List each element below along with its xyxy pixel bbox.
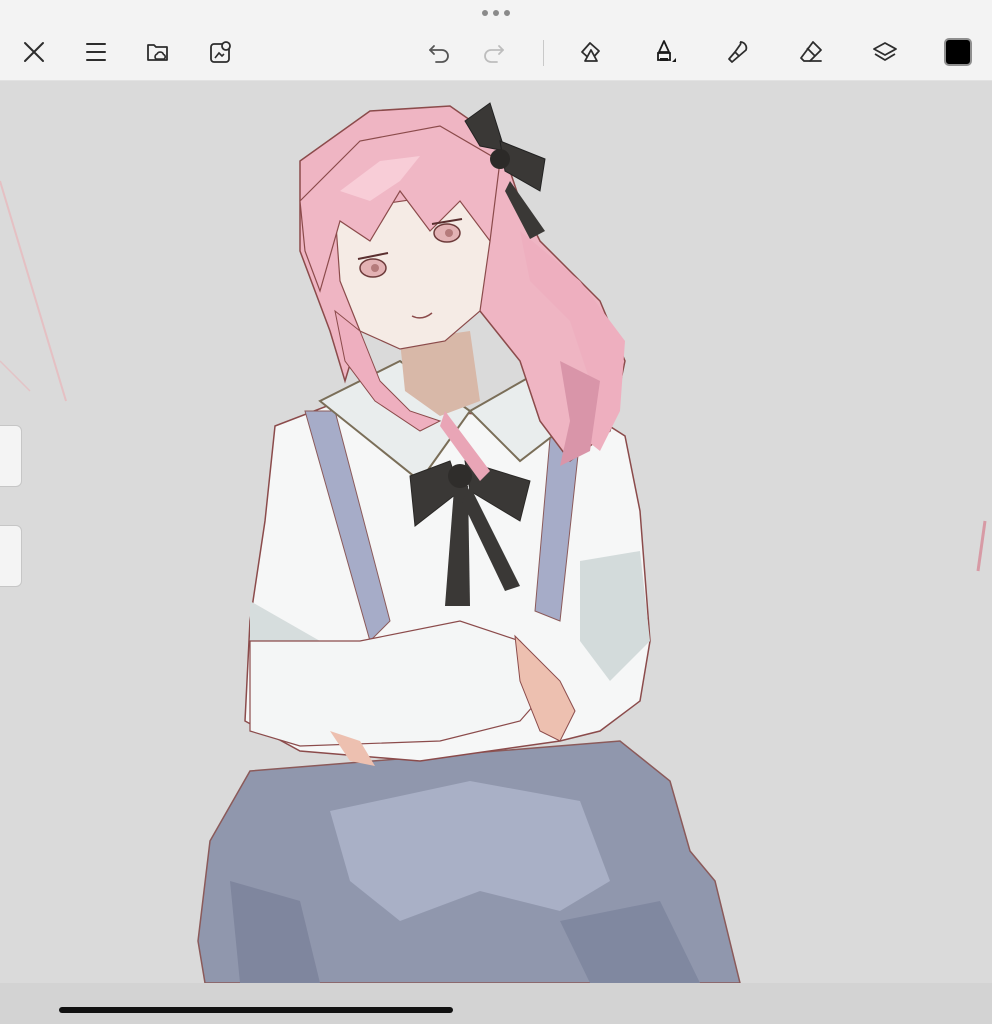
eraser-icon [800, 41, 822, 62]
brush-pen-icon [657, 40, 676, 62]
new-canvas-button[interactable] [203, 34, 239, 70]
toolbar-separator [543, 40, 544, 66]
brush-opacity-slider[interactable] [0, 525, 22, 587]
brush-size-slider[interactable] [0, 425, 22, 487]
multitask-grabber[interactable] [482, 9, 510, 17]
menu-button[interactable] [78, 34, 114, 70]
layers-button[interactable] [867, 34, 903, 70]
smudge-icon [728, 41, 748, 63]
new-canvas-icon [210, 41, 231, 63]
gallery-folder-icon [147, 44, 168, 61]
close-button[interactable] [16, 34, 52, 70]
redo-icon [484, 45, 504, 63]
top-toolbar [0, 0, 992, 81]
drawing-canvas[interactable] [0, 81, 992, 983]
gallery-button[interactable] [140, 34, 176, 70]
anime-girl-illustration [0, 102, 987, 983]
eraser-tool-button[interactable] [793, 34, 829, 70]
bottom-area [0, 983, 992, 1024]
home-indicator[interactable] [59, 1007, 453, 1013]
undo-icon [429, 45, 449, 63]
brush-tool-button[interactable] [646, 34, 682, 70]
drawing-app [0, 0, 992, 1024]
close-icon [24, 42, 44, 62]
undo-button[interactable] [421, 34, 457, 70]
redo-button[interactable] [476, 34, 512, 70]
selection-tool-button[interactable] [573, 34, 609, 70]
color-picker-swatch[interactable] [944, 38, 972, 66]
smudge-tool-button[interactable] [720, 34, 756, 70]
layers-icon [873, 42, 897, 61]
selection-icon [581, 42, 600, 62]
menu-icon [86, 43, 106, 61]
